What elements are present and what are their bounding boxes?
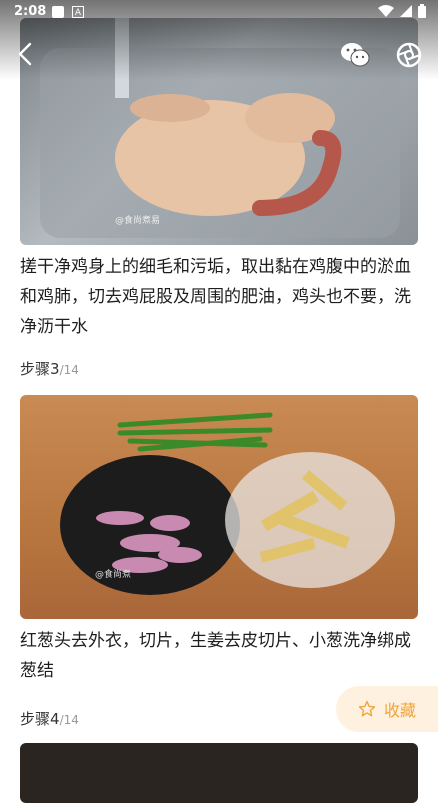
notification-icon [52,6,64,18]
wechat-icon[interactable] [340,42,370,68]
photo-watermark: @食尚煮 [95,568,131,580]
step-number: 3 [50,360,60,378]
step-total: /14 [59,363,79,377]
signal-icon [400,5,412,17]
shutter-icon[interactable] [396,42,422,68]
step-label-text: 步骤 [20,710,51,728]
star-icon [358,700,376,717]
photo-watermark: @食尚煮易 [115,214,160,226]
step-description: 红葱头去外衣，切片，生姜去皮切片、小葱洗净绑成葱结 [20,631,411,681]
ingredients-illustration: @食尚煮 [60,412,395,595]
step-description: 搓干净鸡身上的细毛和污垢，取出黏在鸡腹中的淤血和鸡肺，切去鸡屁股及周围的肥油，鸡… [20,257,411,337]
step-label: 步骤4/14 [20,708,79,729]
status-time: 2:08 [14,4,47,19]
favorite-label: 收藏 [383,701,416,720]
status-bar: 2:08 A [0,0,438,24]
back-arrow-icon[interactable] [12,40,40,68]
battery-icon [418,4,426,18]
a-notification-icon: A [72,6,84,18]
step-label: 步骤3/14 [20,358,79,379]
step-label-text: 步骤 [20,360,51,378]
step-number: 4 [50,710,60,728]
next-step-photo [20,743,418,803]
shallots-ginger-scallions-photo: @食尚煮 [20,395,418,619]
step-total: /14 [59,713,79,727]
favorite-button[interactable]: 收藏 [336,686,438,732]
status-right [378,4,426,18]
wifi-icon [378,5,394,17]
